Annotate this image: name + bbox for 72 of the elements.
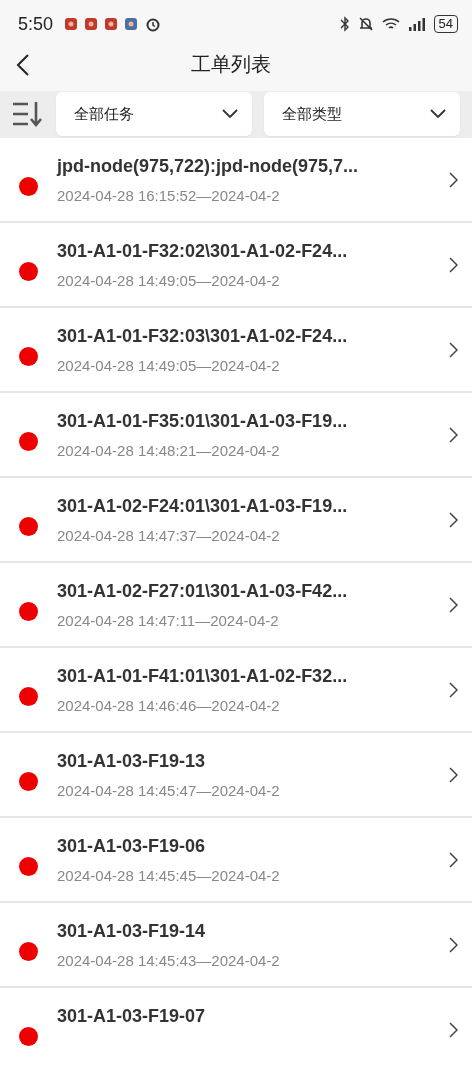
chevron-right-icon: [449, 681, 458, 698]
status-dot: [19, 517, 38, 536]
chevron-right-icon: [449, 1021, 458, 1038]
status-time: 5:50: [18, 13, 54, 35]
order-title: 301-A1-01-F32:02\301-A1-02-F24...: [57, 240, 349, 262]
mute-icon: [357, 16, 374, 33]
order-title: 301-A1-01-F32:03\301-A1-02-F24...: [57, 325, 349, 347]
status-dot: [19, 942, 38, 961]
order-title: 301-A1-02-F24:01\301-A1-03-F19...: [57, 495, 349, 517]
order-row[interactable]: jpd-node(975,722):jpd-node(975,7... 2024-04-28 16:15:52—2024-04-2: [0, 138, 472, 221]
order-row[interactable]: 301-A1-03-F19-14 2024-04-28 14:45:43—2024-04-2: [0, 903, 472, 986]
back-icon[interactable]: [16, 52, 30, 77]
chevron-right-icon: [449, 936, 458, 953]
order-time: 2024-04-28 14:45:43—2024-04-2: [57, 951, 281, 969]
chevron-right-icon: [449, 596, 458, 613]
order-time: 2024-04-28 14:46:46—2024-04-2: [57, 696, 281, 714]
chevron-right-icon: [449, 426, 458, 443]
chevron-right-icon: [449, 851, 458, 868]
battery-level: 54: [433, 15, 458, 34]
order-row[interactable]: 301-A1-02-F27:01\301-A1-03-F42... 2024-04-28 14:47:11—2024-04-2: [0, 563, 472, 646]
order-title: 301-A1-03-F19-14: [57, 920, 207, 942]
order-time: 2024-04-28 16:15:52—2024-04-2: [57, 186, 281, 204]
status-dot: [19, 347, 38, 366]
order-row[interactable]: 301-A1-03-F19-07: [0, 988, 472, 1071]
order-row[interactable]: 301-A1-02-F24:01\301-A1-03-F19... 2024-04-28 14:47:37—2024-04-2: [0, 478, 472, 561]
order-title: 301-A1-02-F27:01\301-A1-03-F42...: [57, 580, 349, 602]
order-time: 2024-04-28 14:48:21—2024-04-2: [57, 441, 281, 459]
order-time: 2024-04-28 14:45:45—2024-04-2: [57, 866, 281, 884]
order-title: 301-A1-01-F35:01\301-A1-03-F19...: [57, 410, 349, 432]
chevron-right-icon: [449, 341, 458, 358]
order-row[interactable]: 301-A1-01-F41:01\301-A1-02-F32... 2024-04-28 14:46:46—2024-04-2: [0, 648, 472, 731]
order-time: 2024-04-28 14:49:05—2024-04-2: [57, 271, 281, 289]
order-title: 301-A1-03-F19-13: [57, 750, 207, 772]
chevron-right-icon: [449, 766, 458, 783]
order-time: 2024-04-28 14:47:11—2024-04-2: [57, 611, 280, 629]
order-time: 2024-04-28 14:47:37—2024-04-2: [57, 526, 281, 544]
order-time: 2024-04-28 14:49:05—2024-04-2: [57, 356, 281, 374]
order-row[interactable]: 301-A1-01-F35:01\301-A1-03-F19... 2024-04-28 14:48:21—2024-04-2: [0, 393, 472, 476]
status-dot: [19, 857, 38, 876]
order-row[interactable]: 301-A1-01-F32:03\301-A1-02-F24... 2024-04-28 14:49:05—2024-04-2: [0, 308, 472, 391]
order-row[interactable]: 301-A1-01-F32:02\301-A1-02-F24... 2024-04-28 14:49:05—2024-04-2: [0, 223, 472, 306]
chevron-down-icon: [222, 109, 238, 120]
wifi-icon: [381, 17, 400, 32]
status-dot: [19, 1027, 38, 1046]
status-dot: [19, 262, 38, 281]
notification-icon: [65, 18, 78, 31]
status-dot: [19, 177, 38, 196]
order-title: jpd-node(975,722):jpd-node(975,7...: [57, 155, 360, 177]
notification-icon: [125, 18, 138, 31]
filter-dropdown[interactable]: 全部任务: [56, 92, 252, 137]
filter-dropdown[interactable]: 全部类型: [264, 92, 460, 137]
status-dot: [19, 772, 38, 791]
notification-icon: [105, 18, 118, 31]
chevron-right-icon: [449, 171, 458, 188]
chevron-down-icon: [430, 109, 446, 120]
signal-icon: [407, 17, 426, 32]
sort-icon[interactable]: [12, 100, 44, 129]
status-dot: [19, 602, 38, 621]
order-title: 301-A1-01-F41:01\301-A1-02-F32...: [57, 665, 349, 687]
page-title: 工单列表: [190, 52, 272, 78]
bluetooth-icon: [339, 16, 350, 33]
status-dot: [19, 687, 38, 706]
order-row[interactable]: 301-A1-03-F19-06 2024-04-28 14:45:45—2024-04-2: [0, 818, 472, 901]
order-row[interactable]: 301-A1-03-F19-13 2024-04-28 14:45:47—2024-04-2: [0, 733, 472, 816]
order-title: 301-A1-03-F19-07: [57, 1005, 207, 1027]
chevron-right-icon: [449, 511, 458, 528]
chevron-right-icon: [449, 256, 458, 273]
order-title: 301-A1-03-F19-06: [57, 835, 207, 857]
notification-icon: [85, 18, 98, 31]
alarm-icon: [145, 16, 162, 33]
order-time: 2024-04-28 14:45:47—2024-04-2: [57, 781, 281, 799]
status-dot: [19, 432, 38, 451]
